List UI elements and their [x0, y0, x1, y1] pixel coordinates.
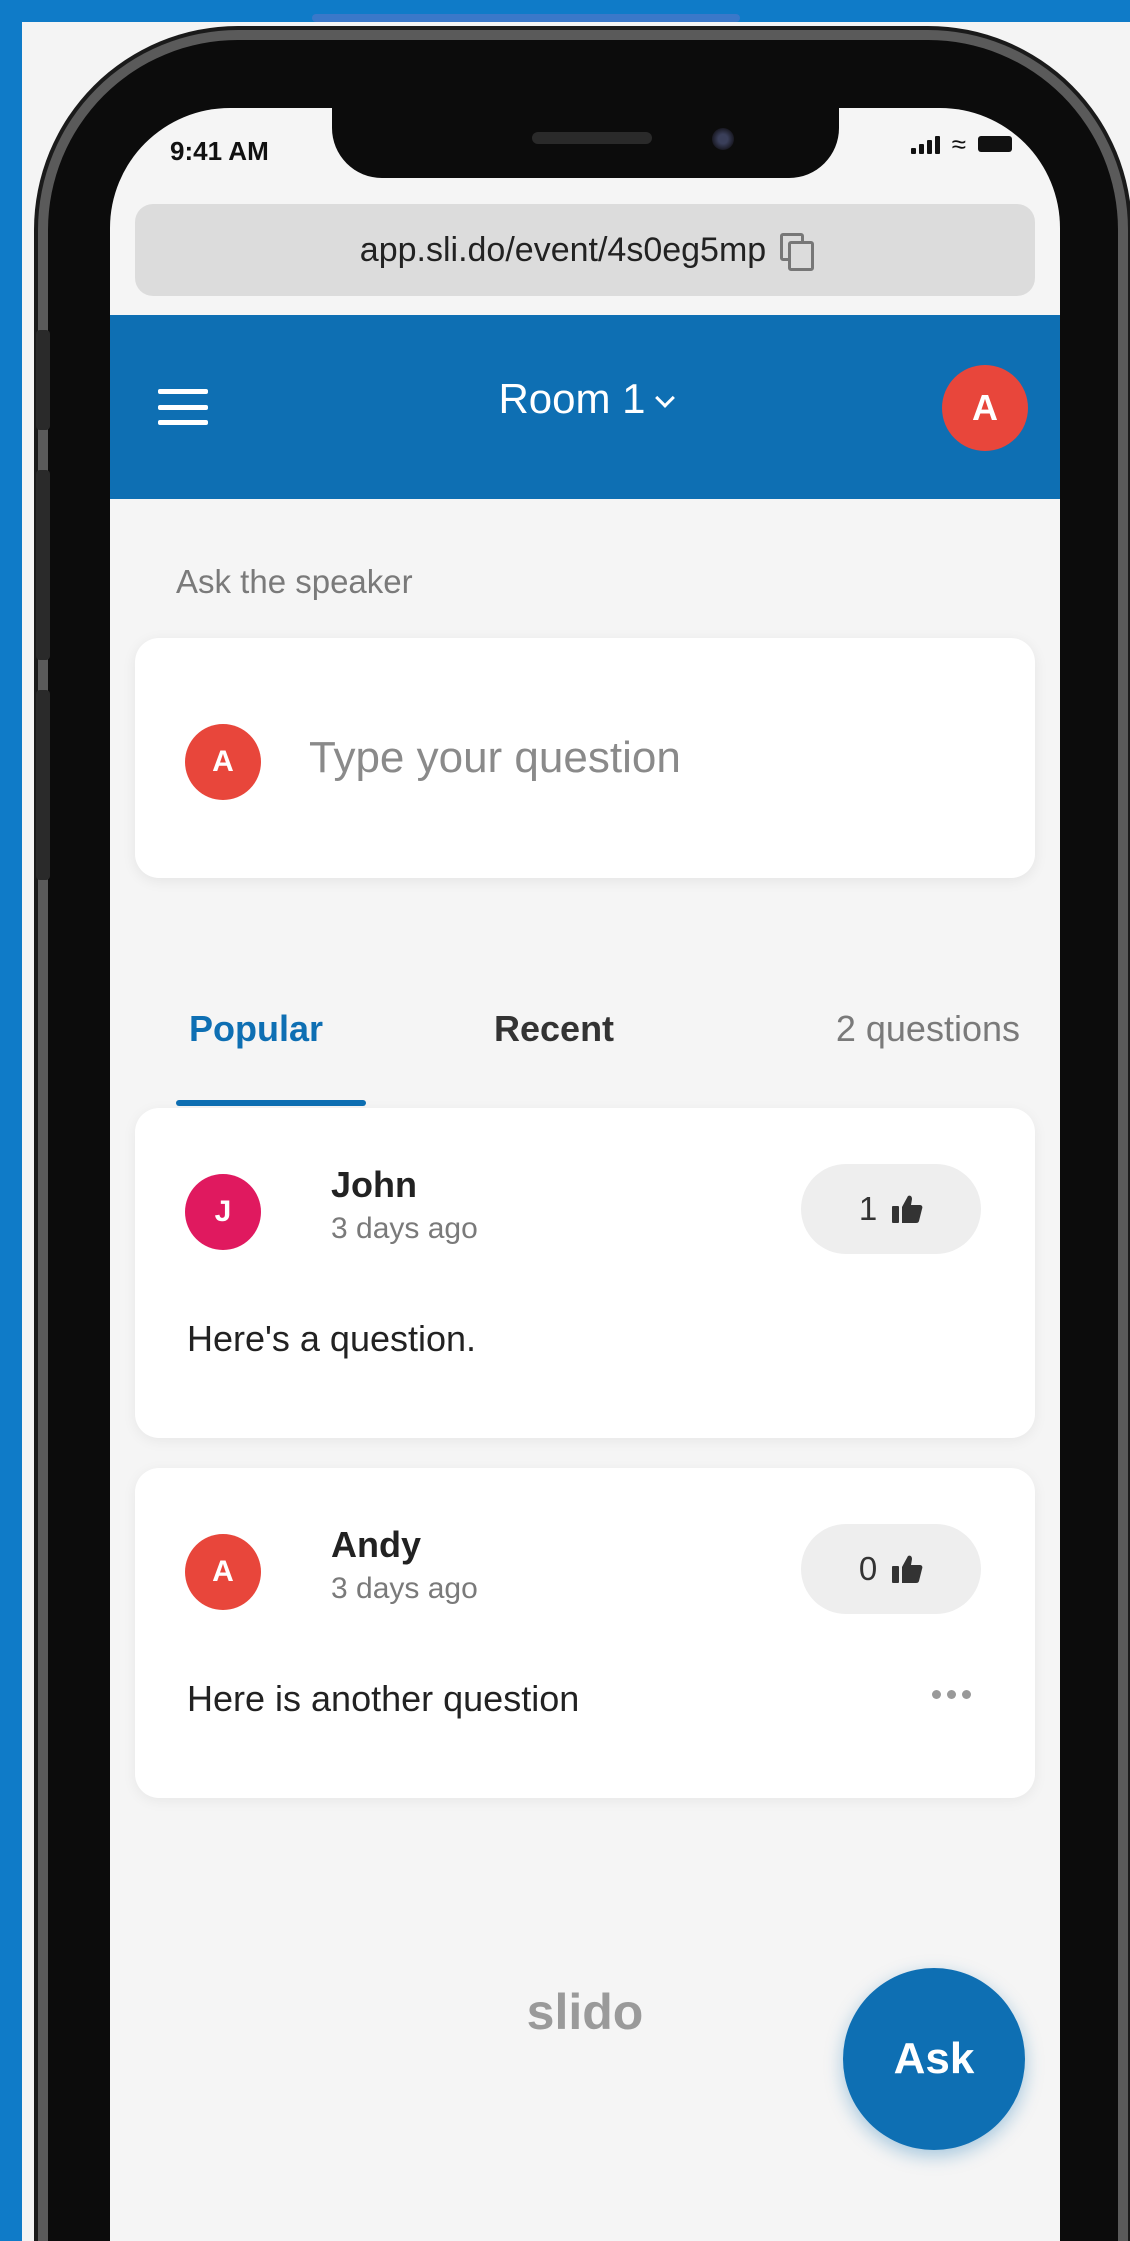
notch-speaker [532, 132, 652, 144]
author-avatar: J [185, 1174, 261, 1250]
notch-camera [712, 128, 734, 150]
question-card[interactable]: J John 3 days ago 1 Here's a question. [135, 1108, 1035, 1438]
ask-button[interactable]: Ask [843, 1968, 1025, 2150]
thumbs-up-icon [892, 1195, 923, 1223]
room-title: Room 1 [498, 375, 646, 422]
thumbs-up-icon [892, 1555, 923, 1583]
like-count: 1 [858, 1190, 878, 1227]
active-tab-indicator [176, 1100, 366, 1106]
question-time: 3 days ago [331, 1212, 478, 1245]
app-header: Room 1 A [110, 315, 1060, 499]
question-count: 2 questions [835, 1008, 1020, 1049]
more-options-icon[interactable] [932, 1690, 971, 1699]
like-button[interactable]: 0 [801, 1524, 981, 1614]
url-bar[interactable]: app.sli.do/event/4s0eg5mp [135, 204, 1035, 296]
active-window-indicator [312, 14, 740, 22]
question-input-card[interactable]: A [135, 638, 1035, 878]
question-tabs: Popular Recent 2 questions [110, 1008, 1060, 1068]
question-card[interactable]: A Andy 3 days ago 0 Here is another ques… [135, 1468, 1035, 1798]
like-button[interactable]: 1 [801, 1164, 981, 1254]
phone-notch [332, 108, 839, 178]
like-count: 0 [858, 1550, 878, 1587]
status-time: 9:41 AM [170, 136, 269, 166]
question-text: Here's a question. [187, 1318, 477, 1359]
url-text: app.sli.do/event/4s0eg5mp [359, 230, 767, 269]
signal-icon [910, 134, 940, 154]
tab-popular[interactable]: Popular [189, 1008, 323, 1050]
phone-mute-switch [36, 330, 50, 430]
chevron-down-icon [654, 388, 675, 408]
question-input[interactable] [309, 708, 959, 808]
status-icons: ≈ [910, 129, 1012, 159]
author-avatar: A [185, 1534, 261, 1610]
user-avatar[interactable]: A [942, 365, 1028, 451]
question-text: Here is another question [187, 1678, 580, 1719]
question-author: Andy [331, 1524, 421, 1565]
tab-recent[interactable]: Recent [494, 1008, 614, 1050]
battery-icon [978, 136, 1012, 152]
copy-icon[interactable] [780, 233, 815, 271]
phone-volume-up-button [36, 470, 50, 660]
room-selector[interactable]: Room 1 [110, 375, 1060, 423]
question-time: 3 days ago [331, 1572, 478, 1605]
phone-volume-down-button [36, 690, 50, 880]
input-avatar: A [185, 724, 261, 800]
question-author: John [331, 1164, 417, 1205]
wifi-icon: ≈ [951, 129, 966, 159]
phone-screen: 9:41 AM ≈ app.sli.do/event/4s0eg5mp Room… [110, 108, 1060, 2241]
ask-speaker-label: Ask the speaker [176, 563, 413, 600]
